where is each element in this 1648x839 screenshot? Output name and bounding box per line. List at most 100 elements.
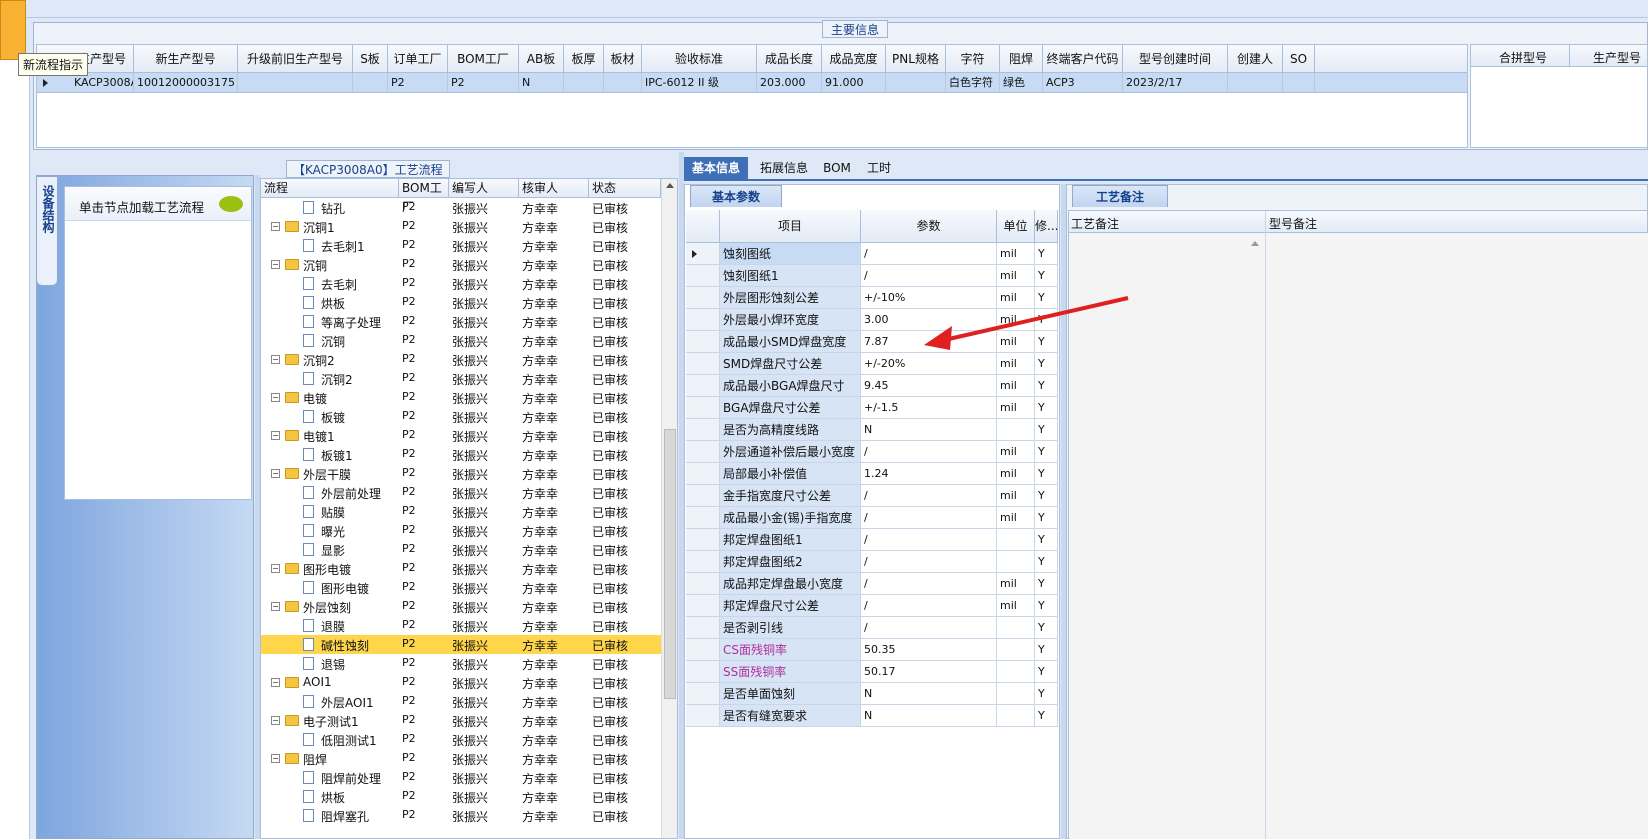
process-tree-row[interactable]: 烘板 P2 张振兴 方幸幸 已审核 [261, 293, 661, 312]
param-cell-flag[interactable]: Y [1035, 419, 1058, 441]
main-col-header[interactable]: S板 [353, 45, 388, 73]
param-cell-unit[interactable]: mil [997, 485, 1035, 507]
main-col-header[interactable]: 成品长度 [757, 45, 822, 73]
process-tree-row[interactable]: − 电子测试1 P2 张振兴 方幸幸 已审核 [261, 711, 661, 730]
row-selector[interactable] [686, 419, 720, 441]
main-cell[interactable]: 绿色 [1000, 73, 1043, 93]
param-col-header[interactable]: 参数 [861, 210, 997, 243]
param-col-header[interactable]: 项目 [720, 210, 861, 243]
main-cell[interactable]: ACP3 [1043, 73, 1123, 93]
param-cell-flag[interactable]: Y [1035, 683, 1058, 705]
main-cell[interactable] [353, 73, 388, 93]
process-tree-row[interactable]: 贴膜 P2 张振兴 方幸幸 已审核 [261, 502, 661, 521]
param-cell-flag[interactable]: Y [1035, 507, 1058, 529]
param-row[interactable]: 成品最小金(锡)手指宽度 / mil Y [686, 507, 1058, 529]
param-cell-unit[interactable]: mil [997, 441, 1035, 463]
main-col-header[interactable]: 订单工厂 [388, 45, 448, 73]
param-cell-unit[interactable] [997, 551, 1035, 573]
row-selector[interactable] [686, 463, 720, 485]
param-col-header[interactable]: 单位 [997, 210, 1035, 243]
process-tree-row[interactable]: 阻焊塞孔 P2 张振兴 方幸幸 已审核 [261, 806, 661, 825]
param-cell-value[interactable]: N [861, 705, 997, 727]
process-tree-row[interactable]: 沉铜2 P2 张振兴 方幸幸 已审核 [261, 369, 661, 388]
tab-0[interactable]: 基本信息 [684, 157, 748, 179]
row-selector[interactable] [686, 485, 720, 507]
param-cell-flag[interactable]: Y [1035, 375, 1058, 397]
main-col-header[interactable]: 阻焊 [1000, 45, 1043, 73]
notes-scroll-up-icon[interactable] [1251, 241, 1259, 246]
process-tree-row[interactable]: 碱性蚀刻 P2 张振兴 方幸幸 已审核 [261, 635, 661, 654]
collapse-toggle-icon[interactable]: − [271, 393, 280, 402]
main-col-header[interactable]: 升级前旧生产型号 [238, 45, 353, 73]
process-tree-row[interactable]: 阻焊前处理 P2 张振兴 方幸幸 已审核 [261, 768, 661, 787]
param-cell-value[interactable]: 50.35 [861, 639, 997, 661]
process-col-header[interactable]: 编写人 [449, 179, 519, 198]
tab-3[interactable]: 工时 [858, 157, 900, 179]
row-selector[interactable] [686, 309, 720, 331]
main-col-header[interactable]: 终端客户代码 [1043, 45, 1123, 73]
param-row[interactable]: 蚀刻图纸 / mil Y [686, 243, 1058, 265]
process-tree-row[interactable]: 显影 P2 张振兴 方幸幸 已审核 [261, 540, 661, 559]
main-cell[interactable]: P2 [448, 73, 519, 93]
process-tree-row[interactable]: 去毛刺1 P2 张振兴 方幸幸 已审核 [261, 236, 661, 255]
param-row[interactable]: BGA焊盘尺寸公差 +/-1.5 mil Y [686, 397, 1058, 419]
process-col-header[interactable]: 流程 [261, 179, 399, 198]
param-cell-unit[interactable] [997, 639, 1035, 661]
main-cell[interactable]: 10012000003175 [134, 73, 238, 93]
param-cell-flag[interactable]: Y [1035, 529, 1058, 551]
param-cell-unit[interactable]: mil [997, 265, 1035, 287]
param-row[interactable]: 成品邦定焊盘最小宽度 / mil Y [686, 573, 1058, 595]
row-selector[interactable] [686, 551, 720, 573]
notes-col-model-remark[interactable]: 型号备注 [1269, 215, 1317, 232]
param-row[interactable]: 蚀刻图纸1/mil Y [686, 265, 1058, 287]
process-tree-row[interactable]: − AOI1 P2 张振兴 方幸幸 已审核 [261, 673, 661, 692]
param-cell-value[interactable]: / [861, 485, 997, 507]
process-tree-row[interactable]: 曝光 P2 张振兴 方幸幸 已审核 [261, 521, 661, 540]
param-row[interactable]: 邦定焊盘图纸2/ Y [686, 551, 1058, 573]
param-row[interactable]: 邦定焊盘图纸1/ Y [686, 529, 1058, 551]
row-selector[interactable] [686, 507, 720, 529]
main-cell[interactable] [564, 73, 604, 93]
sidebar-tab-equipment[interactable]: 设备结构 [36, 176, 58, 286]
main-col-header[interactable]: 创建人 [1228, 45, 1283, 73]
main-col-header[interactable]: 新生产型号 [134, 45, 238, 73]
param-cell-value[interactable]: / [861, 265, 997, 287]
process-tree-row[interactable]: 沉铜 P2 张振兴 方幸幸 已审核 [261, 331, 661, 350]
tab-1[interactable]: 拓展信息 [752, 157, 816, 179]
param-cell-unit[interactable]: mil [997, 507, 1035, 529]
process-tree-row[interactable]: − 沉铜 P2 张振兴 方幸幸 已审核 [261, 255, 661, 274]
main-cell[interactable] [604, 73, 642, 93]
param-cell-value[interactable]: +/-1.5 [861, 397, 997, 419]
main-cell[interactable]: KACP3008A0 [71, 73, 134, 93]
param-cell-value[interactable]: / [861, 595, 997, 617]
process-tree-row[interactable]: − 图形电镀 P2 张振兴 方幸幸 已审核 [261, 559, 661, 578]
collapse-toggle-icon[interactable]: − [271, 222, 280, 231]
process-tree-row[interactable]: 去毛刺 P2 张振兴 方幸幸 已审核 [261, 274, 661, 293]
param-cell-value[interactable]: / [861, 573, 997, 595]
param-cell-unit[interactable]: mil [997, 595, 1035, 617]
main-col-header[interactable]: 板材 [604, 45, 642, 73]
main-col-header[interactable]: 字符 [946, 45, 1000, 73]
collapse-toggle-icon[interactable]: − [271, 678, 280, 687]
main-info-data-row[interactable]: KACP3008A010012000003175P2P2NIPC-6012 II… [37, 73, 1467, 93]
param-cell-unit[interactable] [997, 419, 1035, 441]
param-cell-value[interactable]: 9.45 [861, 375, 997, 397]
param-col-header[interactable]: 修... [1035, 210, 1058, 243]
param-cell-flag[interactable]: Y [1035, 441, 1058, 463]
param-cell-unit[interactable]: mil [997, 243, 1035, 265]
collapse-toggle-icon[interactable]: − [271, 431, 280, 440]
param-row[interactable]: 是否为高精度线路 N Y [686, 419, 1058, 441]
param-row[interactable]: 是否有缝宽要求 N Y [686, 705, 1058, 727]
param-cell-value[interactable]: / [861, 617, 997, 639]
main-col-header[interactable]: SO [1283, 45, 1315, 73]
param-cell-flag[interactable]: Y [1035, 573, 1058, 595]
row-selector[interactable] [686, 353, 720, 375]
process-tree-row[interactable]: 等离子处理 P2 张振兴 方幸幸 已审核 [261, 312, 661, 331]
tab-2[interactable]: BOM [820, 157, 854, 179]
param-cell-flag[interactable]: Y [1035, 661, 1058, 683]
collapse-toggle-icon[interactable]: − [271, 355, 280, 364]
row-selector[interactable] [686, 639, 720, 661]
process-tree-row[interactable]: − 阻焊 P2 张振兴 方幸幸 已审核 [261, 749, 661, 768]
process-tree-row[interactable]: 板镀1 P2 张振兴 方幸幸 已审核 [261, 445, 661, 464]
main-col-header[interactable]: 板厚 [564, 45, 604, 73]
